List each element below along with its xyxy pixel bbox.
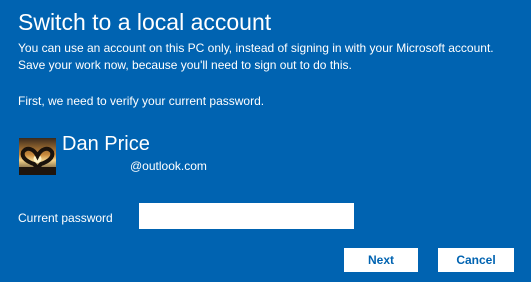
- user-name: Dan Price: [62, 133, 150, 155]
- description-line-2: Save your work now, because you'll need …: [18, 58, 352, 72]
- dialog-title: Switch to a local account: [18, 9, 272, 35]
- user-photo-icon: [19, 138, 56, 175]
- description-line-1: You can use an account on this PC only, …: [18, 41, 494, 55]
- cancel-button[interactable]: Cancel: [438, 248, 514, 272]
- user-email: @outlook.com: [130, 159, 207, 173]
- dialog-description: You can use an account on this PC only, …: [18, 40, 494, 74]
- verify-password-text: First, we need to verify your current pa…: [18, 94, 265, 108]
- next-button[interactable]: Next: [344, 248, 418, 272]
- cancel-button-label: Cancel: [456, 253, 496, 267]
- switch-local-account-dialog: Switch to a local account You can use an…: [0, 0, 531, 282]
- avatar: [19, 138, 56, 175]
- current-password-input[interactable]: [139, 203, 354, 229]
- current-password-label: Current password: [18, 211, 113, 225]
- next-button-label: Next: [367, 253, 394, 267]
